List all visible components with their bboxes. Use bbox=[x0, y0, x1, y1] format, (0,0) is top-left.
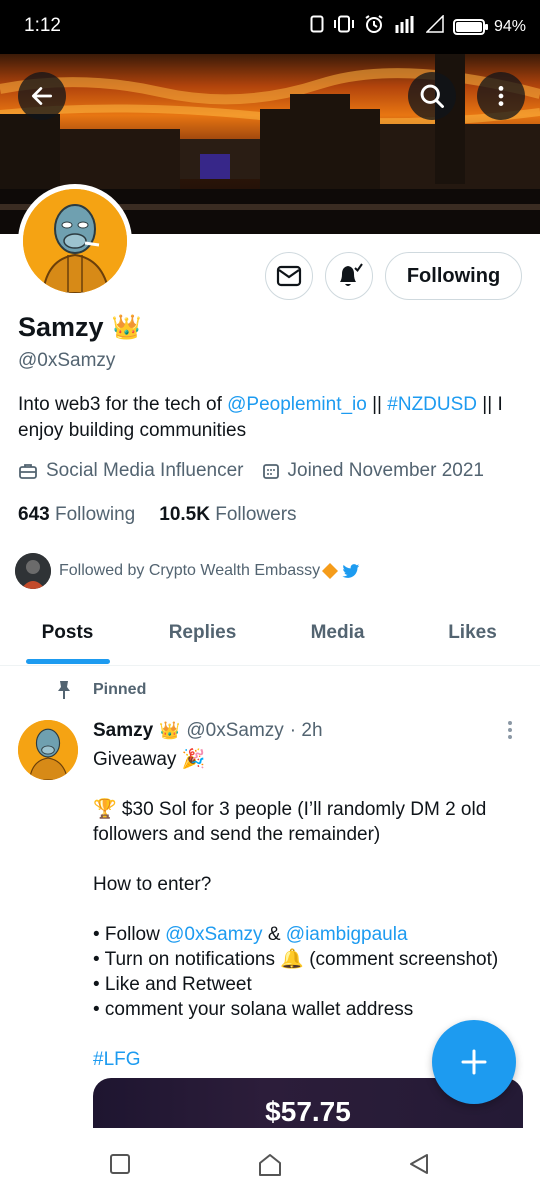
battery-percent: 94% bbox=[493, 17, 526, 35]
tab-media[interactable]: Media bbox=[270, 600, 405, 665]
calendar-icon bbox=[262, 464, 279, 479]
bio-hashtag-link[interactable]: #NZDUSD bbox=[387, 394, 477, 415]
alarm-icon bbox=[364, 14, 384, 39]
search-button[interactable] bbox=[408, 72, 456, 120]
orange-diamond-icon bbox=[322, 563, 339, 579]
square-icon bbox=[110, 1154, 130, 1174]
mention-iambigpaula-link[interactable]: @iambigpaula bbox=[286, 924, 408, 945]
search-icon bbox=[420, 84, 444, 108]
following-count-link[interactable]: 643 Following bbox=[18, 504, 135, 526]
followed-by-text: Followed by Crypto Wealth Embassy bbox=[59, 562, 321, 579]
status-time: 1:12 bbox=[24, 15, 61, 36]
tab-posts[interactable]: Posts bbox=[0, 600, 135, 665]
profile-meta: Social Media Influencer Joined November … bbox=[18, 460, 502, 482]
category-label: Social Media Influencer bbox=[46, 460, 244, 481]
tweet-time: · 2h bbox=[289, 720, 323, 741]
back-button[interactable] bbox=[18, 72, 66, 120]
tweet-author-name[interactable]: Samzy bbox=[93, 720, 153, 742]
active-tab-indicator bbox=[26, 659, 110, 664]
home-icon bbox=[259, 1154, 281, 1176]
profile-name: Samzy bbox=[18, 312, 104, 342]
compose-tweet-button[interactable] bbox=[432, 1020, 516, 1104]
profile-handle: @0xSamzy bbox=[18, 350, 116, 371]
tweet-more-button[interactable] bbox=[500, 720, 520, 740]
tweet-line-prize: 🏆 $30 Sol for 3 people (I’ll randomly DM… bbox=[93, 799, 487, 845]
follower-avatar bbox=[15, 553, 51, 589]
tweet-bullet-wallet: • comment your solana wallet address bbox=[93, 999, 414, 1020]
ape-avatar-small-image bbox=[18, 720, 78, 780]
briefcase-icon bbox=[19, 464, 37, 479]
system-navigation-bar bbox=[0, 1128, 540, 1200]
wifi-signal-icon bbox=[425, 14, 444, 38]
more-vertical-icon bbox=[508, 721, 512, 739]
profile-bio: Into web3 for the tech of @Peoplemint_io… bbox=[18, 392, 528, 444]
status-icons: 94% bbox=[310, 14, 526, 39]
triangle-back-icon bbox=[410, 1154, 428, 1174]
twitter-bird-icon bbox=[342, 564, 360, 578]
plus-icon bbox=[461, 1049, 487, 1075]
more-options-button[interactable] bbox=[477, 72, 525, 120]
back-nav-button[interactable] bbox=[407, 1152, 431, 1181]
followers-count-link[interactable]: 10.5K Followers bbox=[159, 504, 296, 526]
tweet-bullet-like: • Like and Retweet bbox=[93, 974, 252, 995]
tab-likes[interactable]: Likes bbox=[405, 600, 540, 665]
tweet-header: Samzy 👑 @0xSamzy · 2h bbox=[93, 720, 323, 742]
envelope-icon bbox=[276, 265, 302, 287]
recents-button[interactable] bbox=[108, 1152, 132, 1181]
tweet-author-emoji: 👑 bbox=[159, 721, 181, 740]
following-button[interactable]: Following bbox=[385, 252, 522, 300]
message-button[interactable] bbox=[265, 252, 313, 300]
tweet-bullet-notifications: • Turn on notifications 🔔 (comment scree… bbox=[93, 949, 499, 970]
tweet-bullet-follow: • Follow @0xSamzy & @iambigpaula bbox=[93, 922, 528, 947]
tab-replies[interactable]: Replies bbox=[135, 600, 270, 665]
ampersand: & bbox=[262, 924, 286, 945]
tweet-author-avatar[interactable] bbox=[18, 720, 78, 780]
followers-count: 10.5K bbox=[159, 504, 210, 525]
bio-mention-link[interactable]: @Peoplemint_io bbox=[227, 394, 367, 415]
bell-check-icon bbox=[340, 263, 363, 286]
joined-label: Joined November 2021 bbox=[287, 460, 484, 481]
followers-count-label: Followers bbox=[215, 504, 297, 525]
mention-0xsamzy-link[interactable]: @0xSamzy bbox=[165, 924, 262, 945]
pin-icon bbox=[58, 681, 70, 699]
bio-text: Into web3 for the tech of bbox=[18, 394, 228, 415]
notifications-button[interactable] bbox=[325, 252, 373, 300]
data-signal-icon bbox=[393, 15, 417, 38]
ape-avatar-image bbox=[23, 189, 127, 293]
tweet-line-how-to: How to enter? bbox=[93, 874, 212, 895]
crown-emoji: 👑 bbox=[111, 314, 142, 341]
following-count-label: Following bbox=[54, 504, 136, 525]
arrow-left-icon bbox=[31, 87, 53, 105]
profile-tabs: Posts Replies Media Likes bbox=[0, 600, 540, 666]
tweet-line-giveaway: Giveaway 🎉 bbox=[93, 749, 206, 770]
vibrate-icon bbox=[333, 15, 355, 38]
follow-counts: 643 Following 10.5K Followers bbox=[18, 504, 297, 526]
profile-avatar[interactable] bbox=[18, 184, 132, 298]
followed-by-row[interactable]: Followed by Crypto Wealth Embassy bbox=[15, 553, 360, 589]
screen-icon bbox=[310, 15, 324, 38]
bio-separator: || bbox=[366, 394, 388, 415]
status-bar: 1:12 94% bbox=[0, 0, 540, 54]
following-count: 643 bbox=[18, 504, 50, 525]
profile-joined: Joined November 2021 bbox=[262, 460, 484, 482]
tweet-author-handle[interactable]: @0xSamzy bbox=[186, 720, 283, 742]
profile-category: Social Media Influencer bbox=[18, 460, 244, 482]
battery-icon bbox=[452, 18, 488, 35]
profile-name-row: Samzy 👑 bbox=[18, 312, 141, 343]
more-vertical-icon bbox=[498, 86, 504, 106]
home-button[interactable] bbox=[257, 1152, 283, 1183]
pinned-indicator: Pinned bbox=[55, 680, 146, 700]
pinned-label: Pinned bbox=[93, 681, 147, 698]
bullet-follow-text: • Follow bbox=[93, 924, 166, 945]
